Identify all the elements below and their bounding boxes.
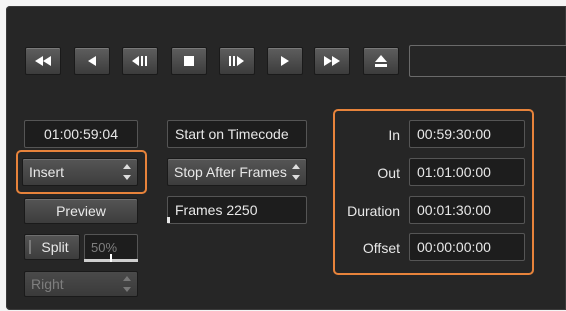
rewind-button[interactable] bbox=[74, 47, 110, 75]
duration-timecode-field[interactable]: 00:01:30:00 bbox=[409, 196, 525, 224]
preview-button[interactable]: Preview bbox=[24, 198, 138, 224]
timecode-display: 01:00:59:04 bbox=[24, 120, 138, 148]
stop-mode-value: Stop After Frames bbox=[174, 164, 287, 180]
eject-icon bbox=[375, 55, 387, 67]
play-icon bbox=[281, 56, 289, 66]
out-timecode-field[interactable]: 01:01:00:00 bbox=[409, 158, 525, 186]
stop-icon bbox=[184, 56, 194, 66]
step-forward-button[interactable] bbox=[219, 47, 255, 75]
channel-value: Right bbox=[31, 276, 64, 292]
duration-label: Duration bbox=[347, 203, 400, 219]
split-button[interactable]: Split bbox=[24, 234, 80, 260]
edit-mode-select[interactable]: Insert bbox=[22, 158, 138, 186]
split-slider-thumb[interactable] bbox=[110, 254, 112, 262]
step-forward-icon bbox=[229, 56, 244, 66]
offset-label: Offset bbox=[362, 240, 400, 256]
select-arrows-icon bbox=[123, 164, 131, 180]
eject-button[interactable] bbox=[363, 47, 399, 75]
offset-timecode-field[interactable]: 00:00:00:00 bbox=[409, 233, 525, 261]
split-label: Split bbox=[41, 239, 69, 255]
in-label: In bbox=[388, 127, 400, 143]
out-label: Out bbox=[377, 165, 400, 181]
rewind-icon bbox=[88, 56, 96, 66]
split-indicator bbox=[29, 240, 31, 254]
step-back-icon bbox=[132, 56, 147, 66]
jog-scrub-bar[interactable] bbox=[409, 45, 566, 77]
stop-button[interactable] bbox=[171, 47, 207, 75]
fast-forward-button[interactable] bbox=[314, 47, 350, 75]
edit-mode-value: Insert bbox=[29, 164, 65, 180]
frames-progress-bar bbox=[167, 217, 305, 223]
step-back-button[interactable] bbox=[122, 47, 158, 75]
start-on-timecode-field[interactable]: Start on Timecode bbox=[167, 120, 307, 148]
select-arrows-icon bbox=[292, 164, 300, 180]
stop-mode-select[interactable]: Stop After Frames bbox=[167, 158, 307, 186]
select-arrows-icon bbox=[123, 276, 131, 292]
in-timecode-field[interactable]: 00:59:30:00 bbox=[409, 120, 525, 148]
rewind-fast-icon bbox=[35, 56, 51, 66]
rewind-fast-button[interactable] bbox=[25, 47, 61, 75]
channel-select: Right bbox=[24, 271, 138, 297]
fast-forward-icon bbox=[324, 56, 340, 66]
frames-progress-fill bbox=[167, 217, 170, 223]
play-button[interactable] bbox=[267, 47, 303, 75]
